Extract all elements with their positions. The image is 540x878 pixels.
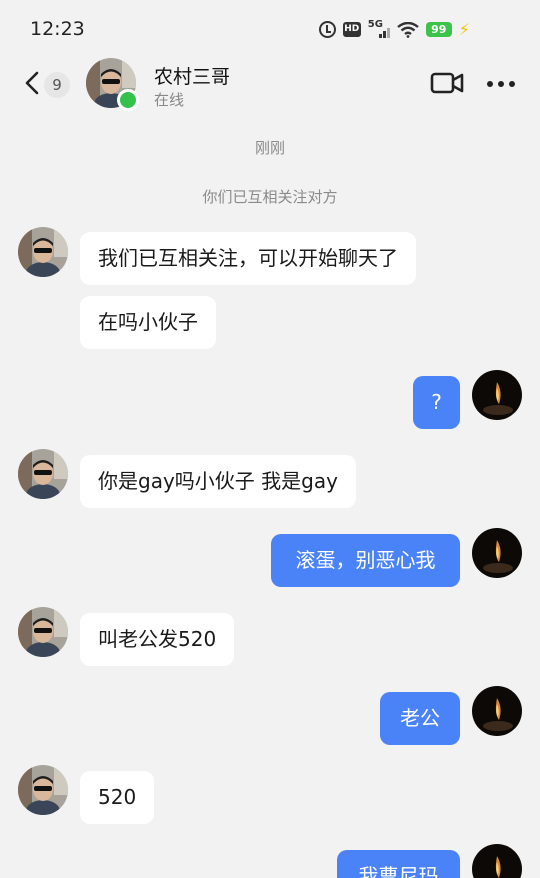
hd-icon: HD [342, 22, 361, 37]
more-icon[interactable] [486, 80, 516, 88]
outgoing-message[interactable]: ? [413, 376, 460, 429]
incoming-message[interactable]: 在吗小伙子 [80, 296, 216, 349]
incoming-message[interactable]: 叫老公发520 [80, 613, 235, 666]
contact-name[interactable]: 农村三哥 [154, 62, 230, 89]
incoming-message[interactable]: 你是gay吗小伙子 我是gay [80, 455, 356, 508]
online-indicator [117, 89, 139, 111]
my-avatar[interactable] [472, 370, 522, 420]
status-time: 12:23 [30, 18, 85, 40]
charging-icon: ⚡ [458, 20, 470, 39]
contact-status: 在线 [154, 91, 185, 109]
sender-avatar[interactable] [18, 449, 68, 499]
sender-avatar[interactable] [18, 607, 68, 657]
signal-5g-icon: 5G [368, 19, 390, 38]
back-icon[interactable] [22, 70, 46, 96]
incoming-message[interactable]: 520 [80, 771, 155, 824]
video-call-icon[interactable] [430, 70, 464, 96]
status-bar: 12:23 HD 5G 99 ⚡ [0, 0, 540, 58]
wifi-icon [397, 21, 419, 38]
incoming-message[interactable]: 我们已互相关注，可以开始聊天了 [80, 232, 416, 285]
system-notice: 你们已互相关注对方 [202, 188, 338, 206]
outgoing-message[interactable]: 滚蛋，别恶心我 [271, 534, 460, 587]
unread-count-badge[interactable]: 9 [44, 72, 70, 98]
status-icons: HD 5G 99 ⚡ [318, 19, 470, 39]
outgoing-message[interactable]: 老公 [380, 692, 460, 745]
sender-avatar[interactable] [18, 227, 68, 277]
battery-icon: 99 [425, 22, 452, 37]
my-avatar[interactable] [472, 686, 522, 736]
my-avatar[interactable] [472, 844, 522, 878]
alarm-icon [318, 21, 336, 38]
chat-header: 9 农村三哥 在线 [0, 58, 540, 114]
outgoing-message[interactable]: 我曹尼玛 [337, 850, 460, 878]
my-avatar[interactable] [472, 528, 522, 578]
sender-avatar[interactable] [18, 765, 68, 815]
message-timestamp: 刚刚 [254, 139, 285, 157]
